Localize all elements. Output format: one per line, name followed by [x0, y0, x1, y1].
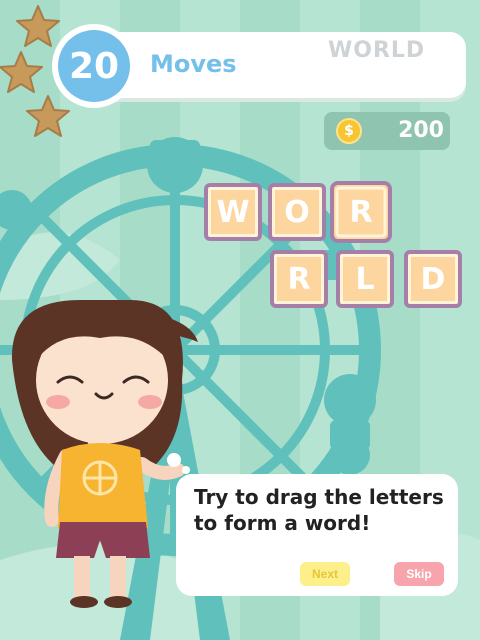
next-button[interactable]: Next — [300, 562, 350, 586]
game-screen: 20 Moves WORLD $ 200 W O R L D R R — [0, 0, 480, 640]
tutorial-message: Try to drag the letters to form a word! — [194, 485, 444, 535]
skip-button[interactable]: Skip — [394, 562, 444, 586]
